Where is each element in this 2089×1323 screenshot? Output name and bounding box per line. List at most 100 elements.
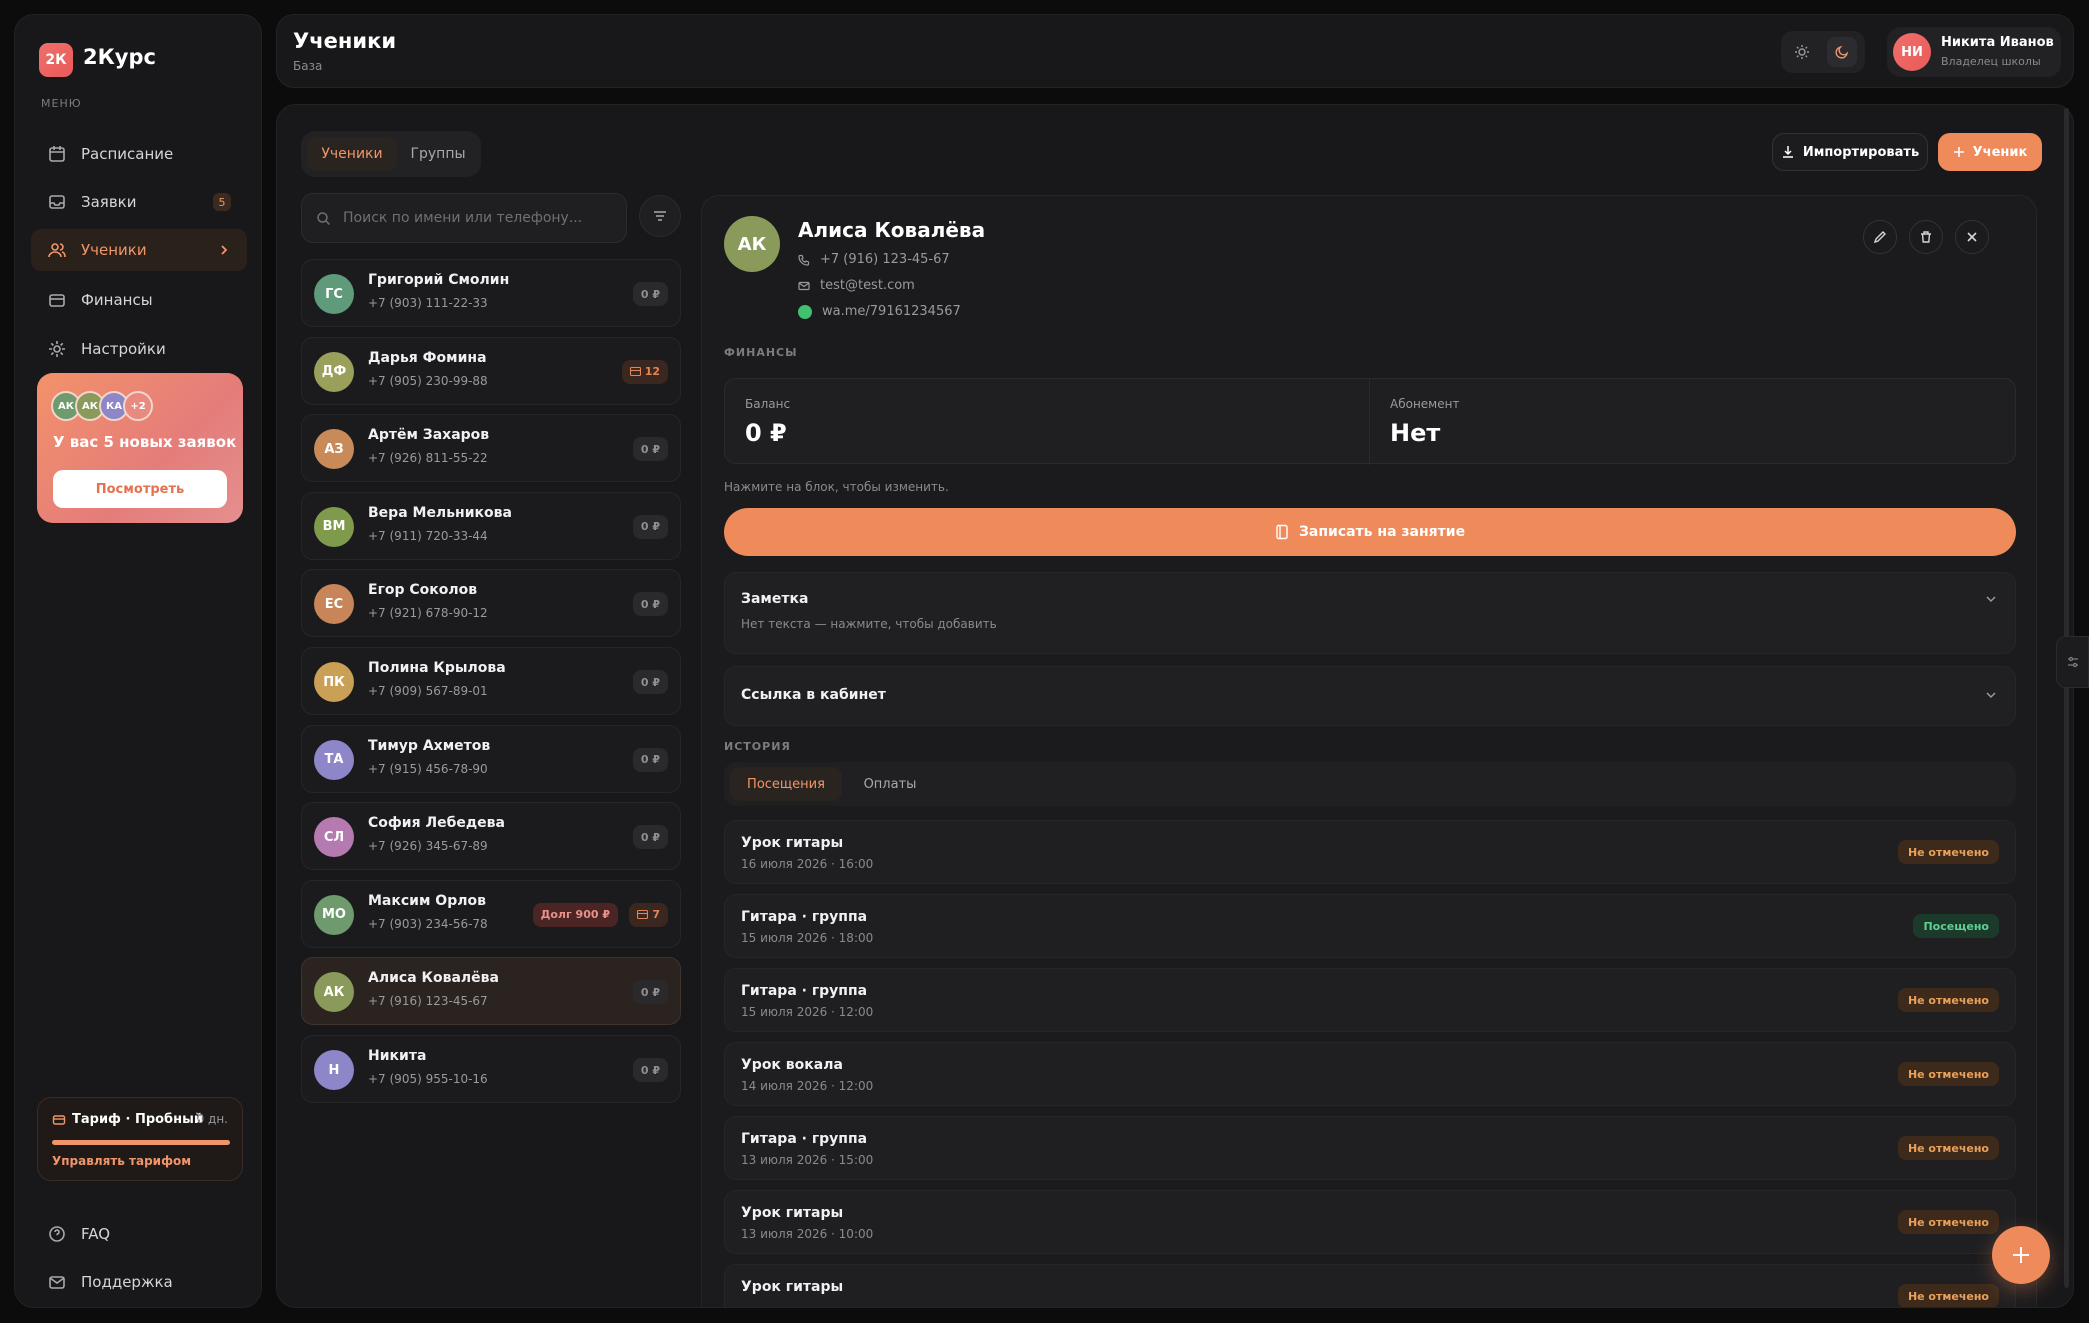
user-menu[interactable]: НИ Никита Иванов Владелец школы xyxy=(1887,27,2061,77)
status-badge[interactable]: Посещено xyxy=(1913,914,1999,938)
history-row[interactable]: Гитара · группа 15 июля 2026 · 12:00 Не от… xyxy=(724,968,2016,1032)
history-row[interactable]: Гитара · группа 15 июля 2026 · 18:00 Посещ… xyxy=(724,894,2016,958)
wallet-icon xyxy=(47,290,67,310)
tab-students[interactable]: Ученики xyxy=(307,137,397,171)
sidebar-item-requests[interactable]: Заявки 5 xyxy=(31,181,247,223)
view-requests-button[interactable]: Посмотреть xyxy=(53,470,227,508)
close-button[interactable] xyxy=(1955,220,1989,254)
sidebar-item-label: Заявки xyxy=(81,193,137,211)
settings-drawer-tab[interactable] xyxy=(2056,636,2089,688)
balance-badge: 0 ₽ xyxy=(632,1058,668,1082)
student-phone: +7 (916) 123-45-67 xyxy=(798,252,950,267)
history-row[interactable]: Гитара · группа 13 июля 2026 · 15:00 Не от… xyxy=(724,1116,2016,1180)
brand-name: 2Курс xyxy=(83,45,156,69)
sidebar-item-settings[interactable]: Настройки xyxy=(31,328,247,370)
lesson-title: Гитара · группа xyxy=(741,1131,868,1147)
sidebar-item-finance[interactable]: Финансы xyxy=(31,279,247,321)
avatar: СЛ xyxy=(314,817,354,858)
tariff-title: Тариф · Пробный xyxy=(52,1112,203,1127)
student-row[interactable]: ТА Тимур Ахметов +7 (915) 456-78-90 0 ₽ xyxy=(301,724,681,793)
student-row[interactable]: СЛ София Лебедева +7 (926) 345-67-89 0 ₽ xyxy=(301,802,681,871)
status-badge[interactable]: Не отмечено xyxy=(1897,840,1999,864)
subscription-value: Нет xyxy=(1390,419,1441,447)
student-row[interactable]: ВМ Вера Мельникова +7 (911) 720-33-44 0 ₽ xyxy=(301,491,681,560)
status-badge[interactable]: Не отмечено xyxy=(1897,1210,1999,1234)
debt-badge: Долг 900 ₽ xyxy=(532,902,618,927)
lesson-title: Урок гитары xyxy=(741,1205,844,1221)
logo-icon: 2К xyxy=(39,43,73,77)
avatar: ЕС xyxy=(314,584,354,625)
student-email[interactable]: test@test.com xyxy=(798,278,915,293)
history-row[interactable]: Урок гитары 13 июля 2026 · 10:00 Не отмече… xyxy=(724,1190,2016,1254)
sidebar-item-schedule[interactable]: Расписание xyxy=(31,133,247,175)
tariff-days: 0 дн. xyxy=(196,1112,228,1126)
status-badge[interactable]: Не отмечено xyxy=(1897,1136,1999,1160)
finance-hint: Нажмите на блок, чтобы изменить. xyxy=(724,480,949,494)
lesson-title: Урок гитары xyxy=(741,835,844,851)
lesson-date: 15 июля 2026 · 18:00 xyxy=(741,931,874,945)
sidebar-item-faq[interactable]: FAQ xyxy=(31,1213,247,1255)
main-scrollbar[interactable] xyxy=(2064,108,2069,1288)
student-row[interactable]: Н Никита +7 (905) 955-10-16 0 ₽ xyxy=(301,1035,681,1103)
download-icon xyxy=(1781,145,1795,159)
student-whatsapp[interactable]: wa.me/79161234567 xyxy=(798,304,961,319)
student-row[interactable]: ГС Григорий Смолин +7 (903) 111-22-33 0 ₽ xyxy=(301,259,681,327)
add-fab-button[interactable] xyxy=(1992,1226,2050,1284)
edit-button[interactable] xyxy=(1863,220,1897,254)
history-section-label: ИСТОРИЯ xyxy=(724,740,791,753)
ticket-icon xyxy=(629,367,641,377)
lesson-title: Гитара · группа xyxy=(741,983,868,999)
student-phone: +7 (903) 234-56-78 xyxy=(368,916,488,931)
dark-theme-button[interactable] xyxy=(1827,37,1857,67)
user-role: Владелец школы xyxy=(1941,55,2041,68)
balance-badge: 0 ₽ xyxy=(632,282,668,306)
lesson-date: 13 июля 2026 · 10:00 xyxy=(741,1227,874,1241)
import-button[interactable]: Импортировать xyxy=(1772,133,1928,171)
light-theme-button[interactable] xyxy=(1787,37,1817,67)
cabinet-link-accordion[interactable]: Ссылка в кабинет xyxy=(724,666,2016,726)
avatar: ГС xyxy=(314,274,354,314)
history-row[interactable]: Урок вокала 14 июля 2026 · 12:00 Не отмече… xyxy=(724,1042,2016,1106)
history-row[interactable]: Урок гитары 16 июля 2026 · 16:00 Не отмече… xyxy=(724,820,2016,884)
sidebar-item-students[interactable]: Ученики xyxy=(31,229,247,271)
avatar: ТА xyxy=(314,739,354,780)
tab-payments[interactable]: Оплаты xyxy=(850,767,930,801)
student-row[interactable]: АК Алиса Ковалёва +7 (916) 123-45-67 0 ₽ xyxy=(301,957,681,1026)
balance-badge: 0 ₽ xyxy=(632,825,668,850)
sidebar-item-support[interactable]: Поддержка xyxy=(31,1261,247,1303)
view-tabs: Ученики Группы xyxy=(301,131,481,177)
student-row[interactable]: ДФ Дарья Фомина +7 (905) 230-99-88 12 xyxy=(301,336,681,405)
student-row[interactable]: МО Максим Орлов +7 (903) 234-56-78 7 Долг 90… xyxy=(301,879,681,948)
tab-groups[interactable]: Группы xyxy=(401,137,475,171)
student-row[interactable]: АЗ Артём Захаров +7 (926) 811-55-22 0 ₽ xyxy=(301,414,681,483)
status-badge[interactable]: Не отмечено xyxy=(1897,1284,1999,1307)
status-badge[interactable]: Не отмечено xyxy=(1897,1062,1999,1086)
balance-badge: 0 ₽ xyxy=(632,980,668,1005)
student-name: Полина Крылова xyxy=(368,660,506,676)
trash-icon xyxy=(1919,230,1933,244)
note-accordion[interactable]: Заметка Нет текста — нажмите, чтобы доба… xyxy=(724,572,2016,654)
top-header: Ученики База НИ Никита Иванов Владелец ш… xyxy=(276,14,2074,88)
delete-button[interactable] xyxy=(1909,220,1943,254)
subscription-block[interactable]: Абонемент Нет xyxy=(1370,379,2015,465)
finance-section-label: ФИНАНСЫ xyxy=(724,346,798,359)
balance-block[interactable]: Баланс 0 ₽ xyxy=(725,379,1370,465)
filter-button[interactable] xyxy=(639,195,681,237)
chevron-right-icon xyxy=(217,243,231,257)
sidebar-item-label: Поддержка xyxy=(81,1273,173,1291)
add-student-button[interactable]: Ученик xyxy=(1938,133,2042,171)
lessons-badge: 7 xyxy=(629,902,668,927)
avatar-more: +2 xyxy=(123,391,153,421)
student-row[interactable]: ПК Полина Крылова +7 (909) 567-89-01 0 ₽ xyxy=(301,647,681,715)
status-badge[interactable]: Не отмечено xyxy=(1897,988,1999,1012)
tab-visits[interactable]: Посещения xyxy=(730,767,842,801)
whatsapp-icon xyxy=(798,304,812,319)
new-requests-card: АК АК КА +2 У вас 5 новых заявок Посмотр… xyxy=(37,373,243,523)
search-input[interactable]: Поиск по имени или телефону... xyxy=(301,193,627,243)
avatar: ВМ xyxy=(314,506,354,547)
book-lesson-button[interactable]: Записать на занятие xyxy=(724,508,2016,556)
history-row[interactable]: Урок гитары Не отмечено xyxy=(724,1264,2016,1307)
manage-tariff-link[interactable]: Управлять тарифом xyxy=(52,1154,191,1168)
student-row[interactable]: ЕС Егор Соколов +7 (921) 678-90-12 0 ₽ xyxy=(301,569,681,638)
balance-badge: 0 ₽ xyxy=(632,747,668,772)
